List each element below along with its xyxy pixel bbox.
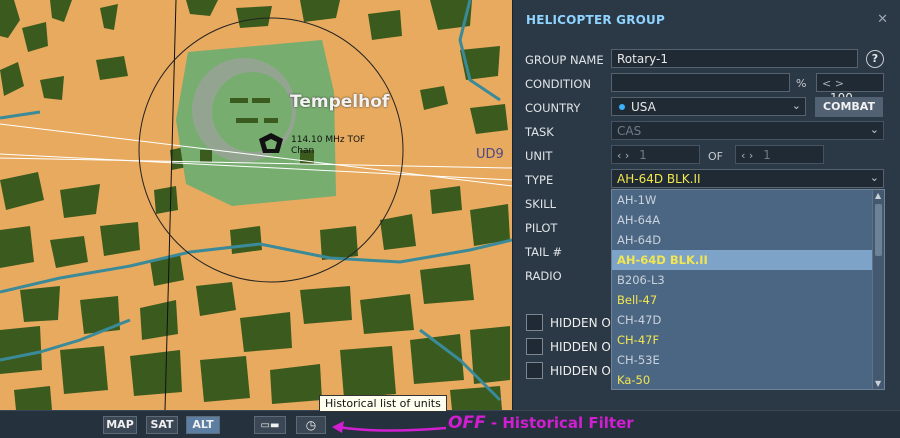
ruler-icon: ▭▬ bbox=[260, 420, 280, 431]
condition-percent-label: % bbox=[796, 77, 807, 90]
stepper-arrows-icon[interactable]: < > bbox=[822, 77, 844, 90]
pilot-label: PILOT bbox=[525, 221, 558, 235]
type-option[interactable]: Bell-47 bbox=[612, 290, 884, 310]
historical-filter-button[interactable]: ◷ bbox=[296, 416, 326, 434]
annotation-main: OFF bbox=[448, 413, 486, 433]
clock-icon: ◷ bbox=[305, 418, 317, 432]
chevron-down-icon: ⌄ bbox=[869, 123, 879, 136]
map-city-label: Tempelhof bbox=[290, 92, 390, 112]
chevron-down-icon: ⌄ bbox=[869, 171, 879, 184]
chan-line: Chan bbox=[291, 146, 315, 156]
helicopter-group-panel: HELICOPTER GROUP ✕ GROUP NAME Rotary-1 ?… bbox=[512, 0, 900, 410]
skill-label: SKILL bbox=[525, 197, 557, 211]
condition-input[interactable] bbox=[611, 73, 790, 92]
ruler-button[interactable]: ▭▬ bbox=[254, 416, 286, 434]
country-value: USA bbox=[631, 100, 656, 114]
type-option[interactable]: AH-64D bbox=[612, 230, 884, 250]
panel-title: HELICOPTER GROUP bbox=[526, 13, 665, 27]
arrow-icon bbox=[332, 421, 447, 433]
type-value: AH-64D BLK.II bbox=[617, 172, 701, 186]
unit-label: UNIT bbox=[525, 149, 553, 163]
annotation-sub: - Historical Filter bbox=[485, 414, 634, 432]
of-label: OF bbox=[708, 150, 723, 163]
type-dropdown-list[interactable]: AH-1W AH-64A AH-64D AH-64D BLK.II B206-L3 Bel… bbox=[611, 189, 885, 390]
type-option[interactable]: AH-1W bbox=[612, 190, 884, 210]
map-mode-button[interactable]: MAP bbox=[103, 416, 137, 434]
hidden-label: HIDDEN ON bbox=[550, 364, 620, 378]
radio-label: RADIO bbox=[525, 269, 562, 283]
group-name-label: GROUP NAME bbox=[525, 53, 604, 67]
alt-mode-button[interactable]: ALT bbox=[186, 416, 220, 434]
of-stepper[interactable]: ‹ › 1 bbox=[735, 145, 824, 164]
help-icon[interactable]: ? bbox=[866, 50, 884, 68]
type-option[interactable]: CH-53E bbox=[612, 350, 884, 370]
type-option[interactable]: B206-L3 bbox=[612, 270, 884, 290]
tooltip: Historical list of units bbox=[319, 395, 447, 412]
annotation: OFF - Historical Filter bbox=[448, 413, 634, 433]
map-unit-label: UD9 bbox=[476, 147, 504, 162]
type-option[interactable]: Ka-50 bbox=[612, 370, 884, 389]
type-select[interactable]: AH-64D BLK.II ⌄ bbox=[611, 169, 884, 188]
scroll-up-icon[interactable]: ▲ bbox=[875, 191, 881, 200]
hidden-on-map-checkbox[interactable] bbox=[526, 314, 543, 331]
hidden-on-mfd-checkbox[interactable] bbox=[526, 362, 543, 379]
map-canvas bbox=[0, 0, 512, 410]
chevron-down-icon: ⌄ bbox=[791, 99, 801, 112]
sat-mode-button[interactable]: SAT bbox=[146, 416, 178, 434]
stepper-arrows-icon[interactable]: ‹ › bbox=[741, 149, 753, 162]
stepper-arrows-icon[interactable]: ‹ › bbox=[617, 149, 629, 162]
freq-line: 114.10 MHz TOF bbox=[291, 135, 366, 145]
scrollbar-thumb[interactable] bbox=[875, 204, 882, 256]
close-icon[interactable]: ✕ bbox=[877, 12, 888, 27]
task-label: TASK bbox=[525, 125, 554, 139]
country-label: COUNTRY bbox=[525, 101, 581, 115]
type-option[interactable]: AH-64A bbox=[612, 210, 884, 230]
unit-stepper[interactable]: ‹ › 1 bbox=[611, 145, 700, 164]
country-select[interactable]: USA ⌄ bbox=[611, 97, 806, 116]
condition-stepper[interactable]: < > 100 bbox=[816, 73, 884, 105]
scroll-down-icon[interactable]: ▼ bbox=[875, 379, 881, 388]
task-value: CAS bbox=[617, 124, 642, 138]
map-view[interactable]: Tempelhof 114.10 MHz TOF Chan UD9 bbox=[0, 0, 512, 410]
combat-button[interactable]: COMBAT bbox=[815, 97, 883, 117]
type-option[interactable]: AH-64D BLK.II bbox=[612, 250, 884, 270]
tail-label: TAIL # bbox=[525, 245, 563, 259]
condition-label: CONDITION bbox=[525, 77, 592, 91]
country-dot-icon bbox=[619, 104, 625, 110]
hidden-label: HIDDEN ON bbox=[550, 316, 620, 330]
type-option[interactable]: CH-47F bbox=[612, 330, 884, 350]
dropdown-scrollbar[interactable]: ▲ ▼ bbox=[872, 190, 884, 389]
of-value: 1 bbox=[763, 148, 771, 162]
map-frequency-label: 114.10 MHz TOF Chan bbox=[291, 135, 365, 157]
task-select[interactable]: CAS ⌄ bbox=[611, 121, 884, 140]
group-name-input[interactable]: Rotary-1 bbox=[611, 49, 858, 68]
type-option[interactable]: CH-47D bbox=[612, 310, 884, 330]
hidden-label: HIDDEN ON bbox=[550, 340, 620, 354]
hidden-on-planner-checkbox[interactable] bbox=[526, 338, 543, 355]
unit-value: 1 bbox=[639, 148, 647, 162]
type-label: TYPE bbox=[525, 173, 554, 187]
